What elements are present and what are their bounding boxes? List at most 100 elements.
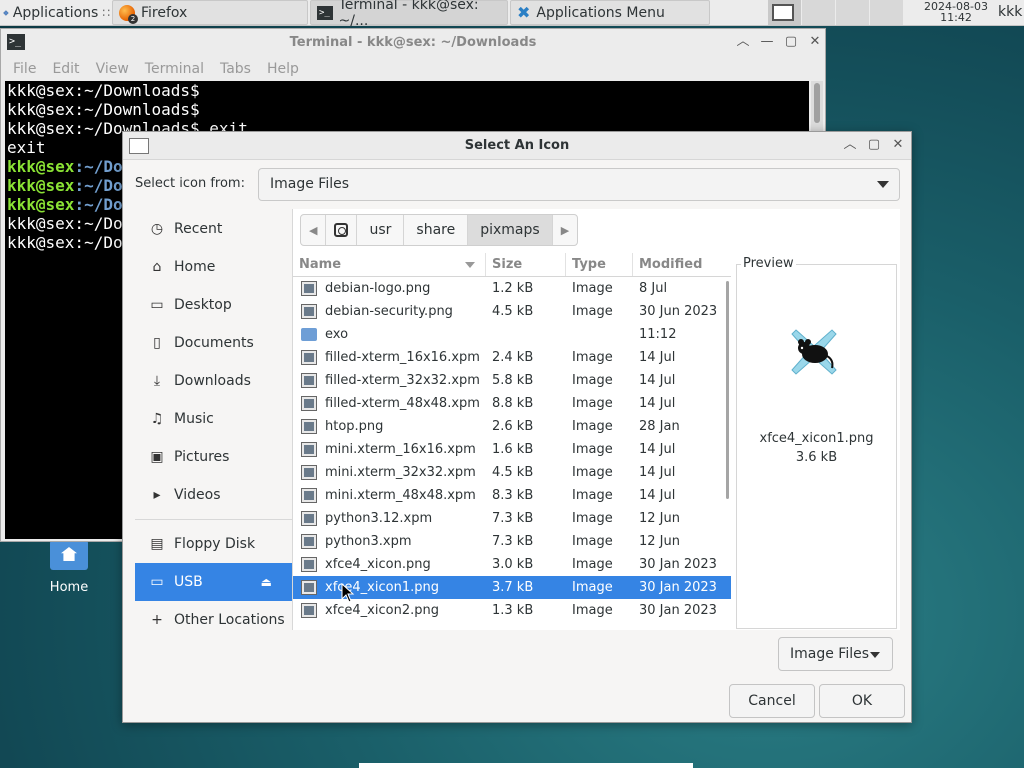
breadcrumb-pixmaps[interactable]: pixmaps xyxy=(468,215,553,245)
table-row[interactable]: exo 11:12 xyxy=(293,323,731,346)
table-row[interactable]: debian-logo.png 1.2 kB Image 8 Jul xyxy=(293,277,731,300)
file-name: exo xyxy=(325,327,349,342)
sidebar-item-label: Desktop xyxy=(174,297,232,313)
maximize-icon[interactable]: ▢ xyxy=(783,34,799,50)
breadcrumb-share[interactable]: share xyxy=(404,215,469,245)
close-icon[interactable]: ✕ xyxy=(807,34,823,50)
menu-edit[interactable]: Edit xyxy=(44,57,87,81)
image-file-icon xyxy=(301,281,317,296)
sidebar-item-label: Videos xyxy=(174,487,221,503)
taskbar-firefox[interactable]: 2 Firefox xyxy=(112,0,308,25)
preview-frame: Preview xfce4_xicon1.png 3.6 kB xyxy=(736,256,897,629)
taskbar-terminal[interactable]: >_ Terminal - kkk@sex: ~/... xyxy=(310,0,508,29)
menu-tabs[interactable]: Tabs xyxy=(212,57,259,81)
file-type: Image xyxy=(572,580,613,595)
sidebar-item-downloads[interactable]: ⤓ Downloads xyxy=(135,362,292,400)
workspace-1[interactable] xyxy=(768,0,802,25)
chevron-down-icon xyxy=(877,181,889,188)
file-modified: 30 Jun 2023 xyxy=(639,304,718,319)
workspace-3[interactable] xyxy=(836,0,870,25)
file-modified: 30 Jan 2023 xyxy=(639,557,717,572)
image-file-icon xyxy=(301,350,317,365)
sidebar-item-home[interactable]: ⌂ Home xyxy=(135,248,292,286)
desktop-home-icon[interactable]: Home xyxy=(40,540,98,595)
sidebar-item-videos[interactable]: ▸ Videos xyxy=(135,476,292,514)
workspace-2[interactable] xyxy=(802,0,836,25)
sidebar-item-recent[interactable]: ◷ Recent xyxy=(135,210,292,248)
maximize-icon[interactable]: ▢ xyxy=(866,137,882,153)
image-file-icon xyxy=(301,419,317,434)
file-filter-button[interactable]: Image Files xyxy=(778,637,893,671)
column-size[interactable]: Size xyxy=(486,253,566,276)
column-name-label: Name xyxy=(299,257,342,272)
menu-terminal[interactable]: Terminal xyxy=(137,57,212,81)
breadcrumb-back-icon[interactable]: ◀ xyxy=(301,215,327,245)
breadcrumb-usr[interactable]: usr xyxy=(357,215,405,245)
sort-descending-icon xyxy=(465,262,475,268)
workspace-4[interactable] xyxy=(870,0,904,25)
image-file-icon xyxy=(301,580,317,595)
image-file-icon xyxy=(301,488,317,503)
roll-up-icon[interactable]: ︿ xyxy=(735,34,751,50)
bottom-panel-edge xyxy=(359,763,693,768)
workspace-switcher[interactable] xyxy=(768,0,904,25)
minimize-icon[interactable]: — xyxy=(759,34,775,50)
menu-file[interactable]: File xyxy=(5,57,44,81)
table-row[interactable]: debian-security.png 4.5 kB Image 30 Jun 202… xyxy=(293,300,731,323)
file-name: filled-xterm_16x16.xpm xyxy=(325,350,480,365)
taskbar-applications-menu[interactable]: ✖ Applications Menu xyxy=(510,0,710,25)
icon-source-dropdown[interactable]: Image Files xyxy=(258,168,900,201)
table-row[interactable]: filled-xterm_16x16.xpm 2.4 kB Image 14 Jul xyxy=(293,346,731,369)
breadcrumb-root[interactable] xyxy=(326,215,358,245)
file-size: 1.6 kB xyxy=(492,442,534,457)
table-row[interactable]: mini.xterm_48x48.xpm 8.3 kB Image 14 Jul xyxy=(293,484,731,507)
file-list-scrollbar[interactable] xyxy=(726,281,729,499)
scrollbar-thumb[interactable] xyxy=(814,83,820,123)
window-thumbnail xyxy=(772,4,794,21)
sidebar-item-desktop[interactable]: ▭ Desktop xyxy=(135,286,292,324)
table-row[interactable]: python3.12.xpm 7.3 kB Image 12 Jun xyxy=(293,507,731,530)
user-label[interactable]: kkk xyxy=(998,0,1024,25)
file-name: htop.png xyxy=(325,419,384,434)
table-row[interactable]: xfce4_xicon2.png 1.3 kB Image 30 Jan 2023 xyxy=(293,599,731,622)
table-row[interactable]: xfce4_xicon.png 3.0 kB Image 30 Jan 2023 xyxy=(293,553,731,576)
applications-menu-button[interactable]: Applications ∷ xyxy=(0,0,110,25)
table-row[interactable]: htop.png 2.6 kB Image 28 Jan xyxy=(293,415,731,438)
roll-up-icon[interactable]: ︿ xyxy=(842,137,858,153)
table-row[interactable]: xfce4_xicon1.png 3.7 kB Image 30 Jan 2023 xyxy=(293,576,731,599)
table-row[interactable]: mini.xterm_16x16.xpm 1.6 kB Image 14 Jul xyxy=(293,438,731,461)
file-name-cell: exo xyxy=(293,327,486,342)
clock[interactable]: 2024-08-03 11:42 xyxy=(914,0,998,25)
table-row[interactable]: mini.xterm_32x32.xpm 4.5 kB Image 14 Jul xyxy=(293,461,731,484)
file-name-cell: filled-xterm_32x32.xpm xyxy=(293,373,486,388)
terminal-titlebar[interactable]: >_ Terminal - kkk@sex: ~/Downloads ︿ — ▢… xyxy=(1,29,825,57)
file-name: mini.xterm_48x48.xpm xyxy=(325,488,476,503)
dialog-titlebar[interactable]: Select An Icon ︿ ▢ ✕ xyxy=(123,132,911,160)
eject-icon[interactable]: ⏏ xyxy=(261,575,272,589)
file-name: debian-security.png xyxy=(325,304,453,319)
sidebar-item-floppy-disk[interactable]: ▤ Floppy Disk xyxy=(135,525,292,563)
document-icon: ▯ xyxy=(153,335,161,351)
menu-view[interactable]: View xyxy=(88,57,137,81)
sidebar-item-documents[interactable]: ▯ Documents xyxy=(135,324,292,362)
menu-help[interactable]: Help xyxy=(259,57,307,81)
column-name[interactable]: Name xyxy=(293,253,486,276)
table-row[interactable]: python3.xpm 7.3 kB Image 12 Jun xyxy=(293,530,731,553)
column-modified[interactable]: Modified xyxy=(633,253,731,276)
sidebar-item-other-locations[interactable]: + Other Locations xyxy=(135,601,292,630)
sidebar-item-usb[interactable]: ▭ USB ⏏ xyxy=(135,563,292,601)
terminal-window-controls: ︿ — ▢ ✕ xyxy=(735,34,823,50)
file-name: filled-xterm_32x32.xpm xyxy=(325,373,480,388)
sidebar-item-pictures[interactable]: ▣ Pictures xyxy=(135,438,292,476)
table-row[interactable]: filled-xterm_48x48.xpm 8.8 kB Image 14 Jul xyxy=(293,392,731,415)
cancel-button[interactable]: Cancel xyxy=(729,684,815,718)
file-size: 3.7 kB xyxy=(492,580,534,595)
table-row[interactable]: filled-xterm_32x32.xpm 5.8 kB Image 14 Jul xyxy=(293,369,731,392)
terminal-icon: >_ xyxy=(317,5,333,20)
sidebar-item-music[interactable]: ♫ Music xyxy=(135,400,292,438)
breadcrumb-forward-icon[interactable]: ▶ xyxy=(553,215,577,245)
close-icon[interactable]: ✕ xyxy=(890,137,906,153)
column-type[interactable]: Type xyxy=(566,253,633,276)
file-size: 2.6 kB xyxy=(492,419,534,434)
ok-button[interactable]: OK xyxy=(819,684,905,718)
